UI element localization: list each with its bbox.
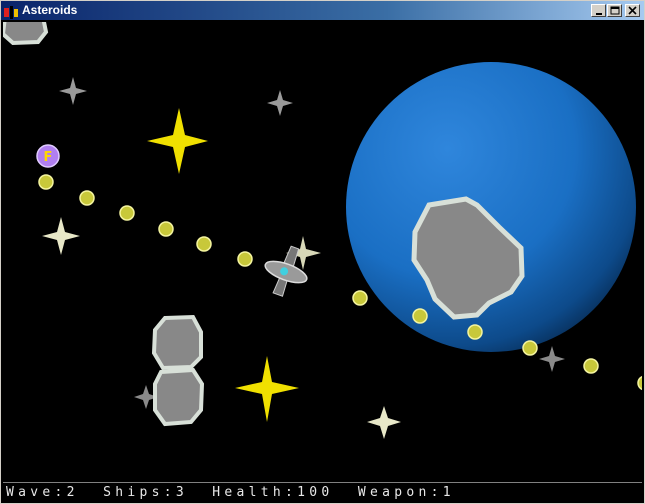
close-button[interactable]: [625, 4, 640, 17]
bullet: [158, 221, 174, 237]
weapon-value: 1: [442, 485, 455, 500]
star-grey: [267, 90, 293, 116]
status-text: Wave:2 Ships:3 Health:100 Weapon:1: [6, 485, 455, 500]
minimize-icon: [596, 13, 602, 15]
bullet: [352, 290, 368, 306]
maximize-icon: [610, 6, 620, 15]
asteroids-app-icon[interactable]: [4, 4, 18, 19]
status-bar: Wave:2 Ships:3 Health:100 Weapon:1: [3, 482, 642, 503]
wave-label: Wave: [6, 485, 55, 500]
star-grey: [59, 77, 87, 105]
star-white: [367, 406, 401, 439]
ships-label: Ships: [103, 485, 164, 500]
game-canvas[interactable]: F: [3, 22, 642, 480]
maximize-button[interactable]: [607, 4, 622, 17]
powerup: F: [36, 144, 60, 168]
bullet: [119, 205, 135, 221]
asteroid: [3, 22, 49, 46]
star-yellow: [147, 108, 208, 174]
planet: [346, 62, 636, 352]
title-bar[interactable]: Asteroids: [1, 1, 644, 20]
ships-value: 3: [175, 485, 188, 500]
bullet: [467, 324, 483, 340]
asteroid: [151, 314, 203, 371]
asteroid: [153, 367, 205, 427]
health-value: 100: [297, 485, 334, 500]
bullet: [637, 375, 642, 391]
close-icon: [628, 6, 637, 15]
star-white: [42, 217, 80, 255]
weapon-label: Weapon: [357, 485, 431, 500]
bullet: [38, 174, 54, 190]
game-window: Asteroids F Wave:2 Ships:3 Health:100 We…: [0, 0, 645, 504]
bullet: [196, 236, 212, 252]
bullet: [522, 340, 538, 356]
bullet: [583, 358, 599, 374]
star-yellow: [235, 356, 299, 422]
bullet: [412, 308, 428, 324]
powerup-letter: F: [44, 150, 53, 165]
bullet: [79, 190, 95, 206]
health-label: Health: [212, 485, 286, 500]
window-title: Asteroids: [22, 3, 78, 17]
bullet: [237, 251, 253, 267]
minimize-button[interactable]: [591, 4, 606, 17]
star-grey: [539, 346, 565, 372]
wave-value: 2: [66, 485, 79, 500]
